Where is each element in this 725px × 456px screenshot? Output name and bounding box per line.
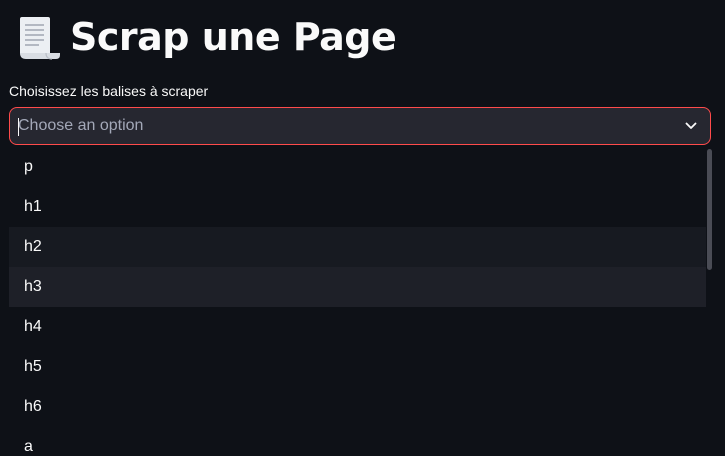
chevron-down-icon[interactable] bbox=[684, 119, 698, 133]
option-h1[interactable]: h1 bbox=[9, 187, 706, 227]
scrollbar-thumb[interactable] bbox=[707, 149, 712, 270]
option-label: h2 bbox=[24, 238, 42, 255]
option-p[interactable]: p bbox=[9, 147, 706, 187]
option-label: a bbox=[24, 438, 33, 455]
scroll-icon bbox=[20, 17, 60, 60]
option-label: h1 bbox=[24, 198, 42, 215]
page-title: Scrap une Page bbox=[70, 15, 397, 59]
options-dropdown: p h1 h2 h3 h4 h5 h6 a bbox=[9, 147, 713, 456]
option-h2[interactable]: h2 bbox=[9, 227, 706, 267]
option-label: h3 bbox=[24, 278, 42, 295]
option-label: h5 bbox=[24, 358, 42, 375]
option-label: p bbox=[24, 158, 33, 175]
page-header: Scrap une Page bbox=[16, 10, 397, 64]
dropdown-scrollbar[interactable] bbox=[706, 147, 713, 456]
tags-select-input[interactable] bbox=[18, 108, 658, 144]
option-h6[interactable]: h6 bbox=[9, 387, 706, 427]
option-h5[interactable]: h5 bbox=[9, 347, 706, 387]
option-label: h4 bbox=[24, 318, 42, 335]
option-h3[interactable]: h3 bbox=[9, 267, 706, 307]
text-cursor bbox=[18, 118, 19, 136]
option-label: h6 bbox=[24, 398, 42, 415]
option-h4[interactable]: h4 bbox=[9, 307, 706, 347]
option-a[interactable]: a bbox=[9, 427, 706, 456]
tags-multiselect[interactable] bbox=[9, 107, 711, 145]
app-page: Scrap une Page Choisissez les balises à … bbox=[0, 0, 725, 456]
tags-select-label: Choisissez les balises à scraper bbox=[9, 83, 209, 99]
